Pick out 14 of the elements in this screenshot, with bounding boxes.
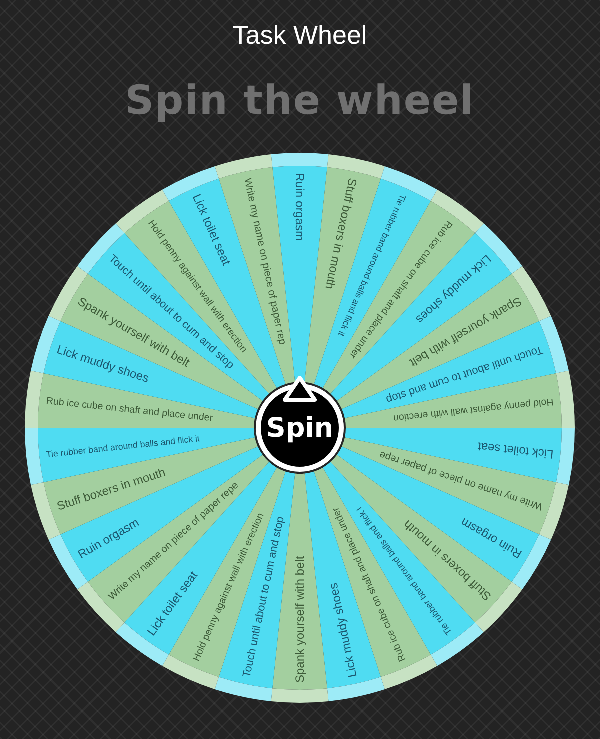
window-title: Task Wheel: [232, 19, 368, 52]
segment-label: Lick muddy shoes: [55, 342, 151, 386]
segment-label: Tie rubber band around balls and flick it: [46, 434, 200, 460]
segment-label: Spank yourself with belt: [293, 556, 307, 683]
segment-label: Stuff boxers in mouth: [55, 465, 168, 514]
segment-label: Write my name on piece of paper rep: [242, 177, 288, 346]
segment-label: Lick toilet seat: [190, 192, 234, 268]
page-heading: Spin the wheel: [125, 77, 475, 126]
segment-label: Rub ice cube on shaft and place under: [46, 396, 214, 424]
segment-label: Ruin orgasm: [293, 173, 307, 242]
pointer-icon: [282, 376, 318, 402]
segment-label: Lick toilet seat: [477, 440, 554, 462]
rim-segment: [431, 622, 484, 666]
segment-label: Lick muddy shoes: [326, 582, 360, 679]
